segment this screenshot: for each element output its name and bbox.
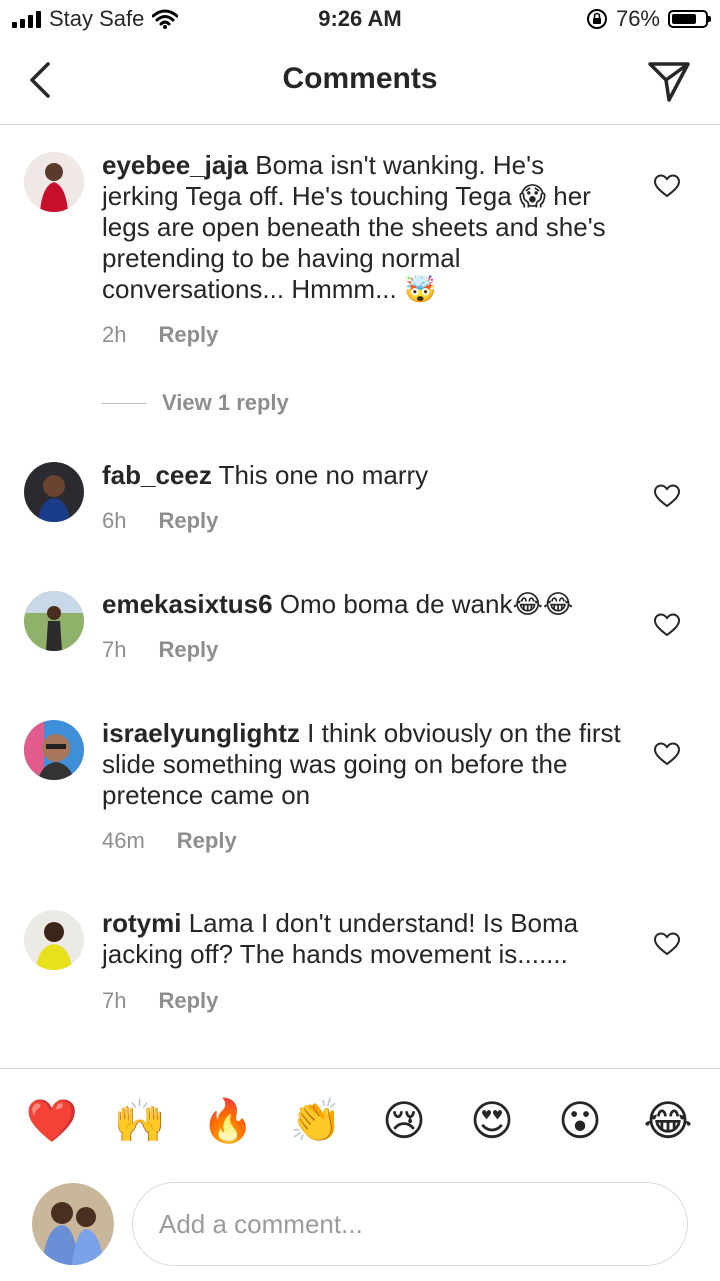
heart-icon[interactable] (654, 742, 680, 766)
page-title: Comments (282, 62, 438, 95)
avatar[interactable] (24, 910, 84, 970)
reply-button[interactable]: Reply (177, 828, 237, 854)
heart-eyes-emoji-button[interactable]: 😍 (462, 1091, 522, 1151)
comment-meta: 6h Reply (102, 508, 218, 534)
quick-reactions-bar: ❤️ 🙌 🔥 👏 😢 😍 😮 😂 (0, 1091, 720, 1151)
battery-icon (668, 10, 711, 28)
header: Comments (0, 40, 720, 125)
comment-meta: 7h Reply (102, 637, 218, 663)
surprised-emoji-button[interactable]: 😮 (550, 1091, 610, 1151)
comment-input-container[interactable] (132, 1182, 688, 1266)
view-replies-label: View 1 reply (162, 390, 289, 415)
comment-time: 7h (102, 988, 127, 1013)
view-replies-button[interactable]: View 1 reply (102, 390, 289, 416)
paper-plane-icon[interactable] (646, 58, 692, 104)
comment-text: rotymi Lama I don't understand! Is Boma … (102, 908, 622, 970)
comment-content: Omo boma de wank😂😂 (279, 589, 574, 619)
comment-time: 2h (102, 322, 127, 347)
avatar[interactable] (24, 152, 84, 212)
heart-emoji-button[interactable]: ❤️ (22, 1091, 82, 1151)
current-user-avatar (32, 1183, 114, 1265)
comment-text: fab_ceez This one no marry (102, 460, 622, 491)
heart-icon[interactable] (654, 613, 680, 637)
divider-line (102, 402, 146, 404)
comment-meta: 2h Reply (102, 322, 218, 348)
avatar[interactable] (24, 591, 84, 651)
comment-text: israelyunglightz I think obviously on th… (102, 718, 622, 811)
laughing-emoji-button[interactable]: 😂 (638, 1091, 698, 1151)
heart-icon[interactable] (654, 174, 680, 198)
comment-username[interactable]: eyebee_jaja (102, 150, 248, 180)
comment-time: 7h (102, 637, 127, 662)
clapping-emoji-button[interactable]: 👏 (286, 1091, 346, 1151)
comment-text: emekasixtus6 Omo boma de wank😂😂 (102, 589, 622, 620)
status-right: 76% (586, 6, 711, 32)
avatar[interactable] (24, 462, 84, 522)
comment-meta: 7h Reply (102, 988, 218, 1014)
reply-button[interactable]: Reply (158, 637, 218, 663)
comment-meta: 46m Reply (102, 828, 237, 854)
comment-input[interactable] (157, 1183, 661, 1265)
heart-icon[interactable] (654, 484, 680, 508)
status-bar: Stay Safe 9:26 AM 76% (0, 0, 720, 40)
comment-username[interactable]: emekasixtus6 (102, 589, 273, 619)
orientation-lock-icon (586, 9, 607, 29)
reply-button[interactable]: Reply (158, 508, 218, 534)
heart-icon[interactable] (654, 932, 680, 956)
battery-percent: 76% (615, 6, 660, 31)
comment-time: 46m (102, 828, 145, 853)
comment-text: eyebee_jaja Boma isn't wanking. He's jer… (102, 150, 622, 305)
comment-time: 6h (102, 508, 127, 533)
comment-composer: ❤️ 🙌 🔥 👏 😢 😍 😮 😂 (0, 1068, 720, 1281)
comment-username[interactable]: israelyunglightz (102, 718, 300, 748)
reply-button[interactable]: Reply (158, 322, 218, 348)
avatar[interactable] (24, 720, 84, 780)
comment-content: This one no marry (218, 460, 429, 490)
raised-hands-emoji-button[interactable]: 🙌 (110, 1091, 170, 1151)
comment-username[interactable]: fab_ceez (102, 460, 212, 490)
reply-button[interactable]: Reply (158, 988, 218, 1014)
comment-username[interactable]: rotymi (102, 908, 181, 938)
fire-emoji-button[interactable]: 🔥 (198, 1091, 258, 1151)
crying-emoji-button[interactable]: 😢 (374, 1091, 434, 1151)
